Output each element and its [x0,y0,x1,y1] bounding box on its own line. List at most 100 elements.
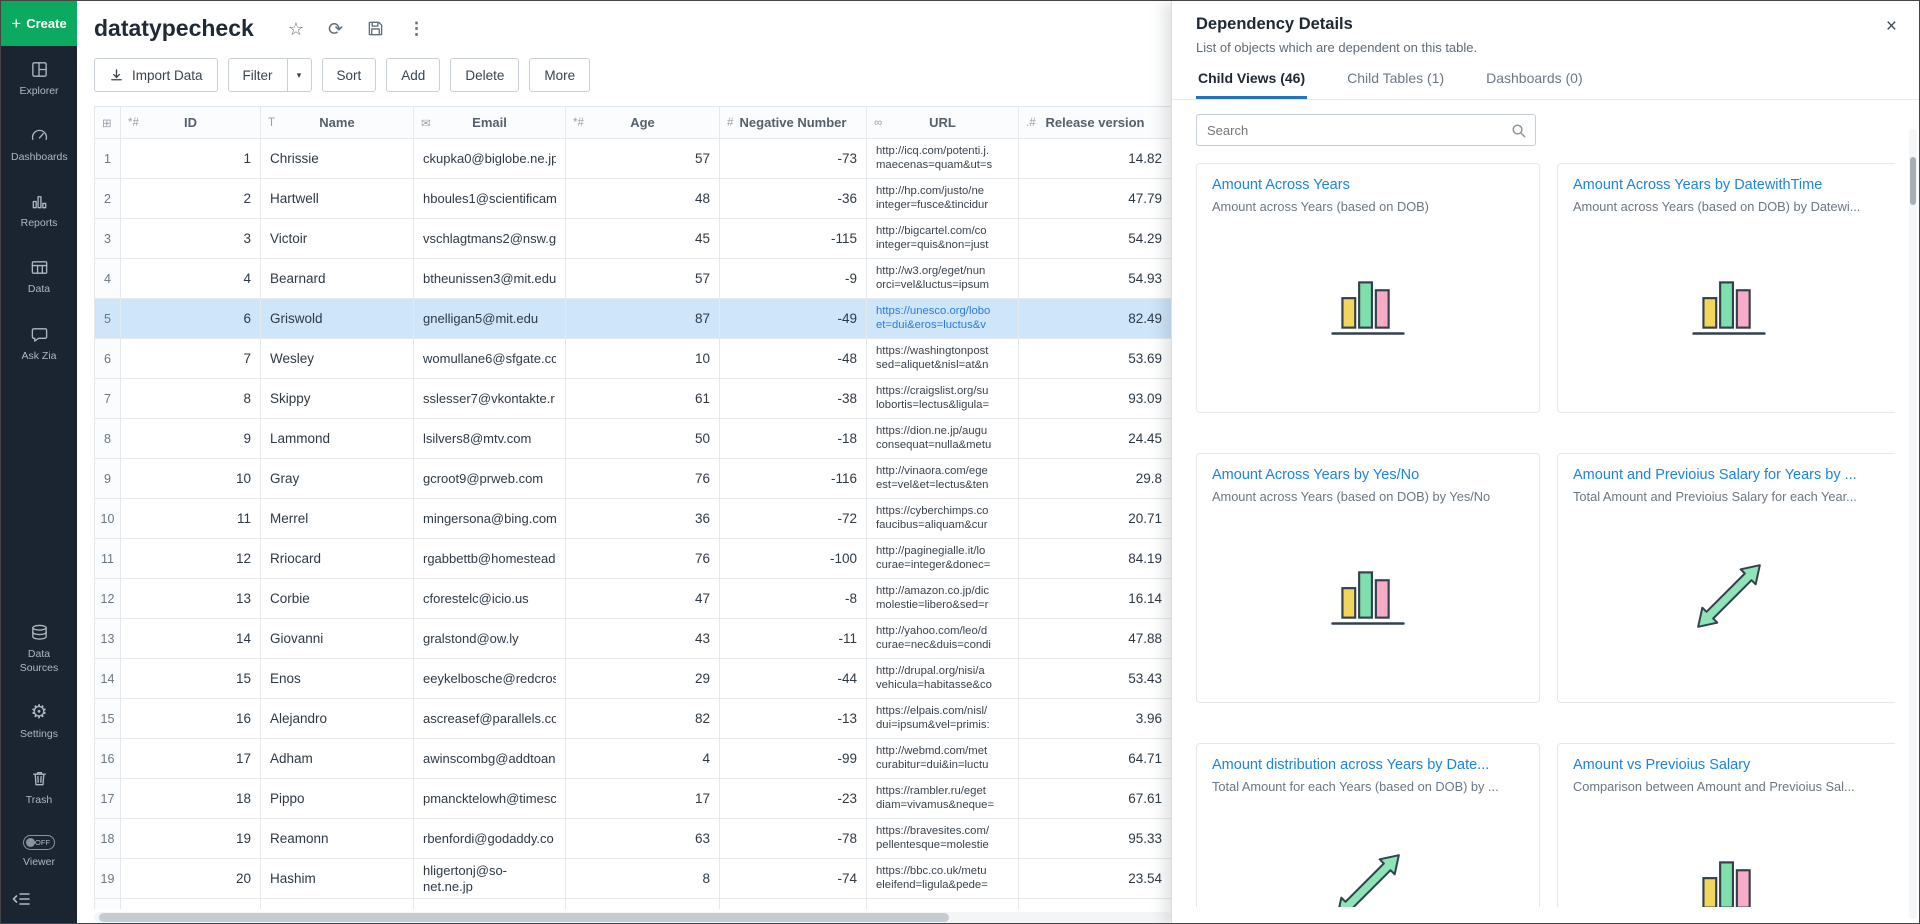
cell-email[interactable]: eeykelbosche@redcros [414,659,566,699]
table-row[interactable]: 10 11 Merrel mingersona@bing.com 36 -72 … [94,499,1172,539]
row-number-cell[interactable]: 12 [94,579,121,619]
cell-age[interactable]: 48 [566,179,720,219]
cell-release-version[interactable]: 14.82 [1019,139,1172,179]
cell-id[interactable]: 1 [121,139,261,179]
cell-name[interactable]: Reamonn [261,819,414,859]
column-header-name[interactable]: T Name [261,106,414,139]
cell-id[interactable]: 7 [121,339,261,379]
cell-url[interactable]: http://vinaora.com/egeest=vel&et=lectus&… [867,459,1019,499]
cell-email[interactable]: btheunissen3@mit.edu [414,259,566,299]
column-header-id[interactable]: *# ID [121,106,261,139]
dependency-card[interactable]: Amount vs Previoius Salary Comparison be… [1557,743,1895,907]
cell-name[interactable]: Gray [261,459,414,499]
row-number-cell[interactable]: 2 [94,179,121,219]
cell-email[interactable]: rgabbettb@homestead [414,539,566,579]
cell-id[interactable]: 10 [121,459,261,499]
sidebar-item-viewer[interactable]: OFF Viewer [1,821,77,883]
cell-url[interactable]: https://rambler.ru/egetdiam=vivamus&nequ… [867,779,1019,819]
dependency-card[interactable]: Amount Across Years Amount across Years … [1196,163,1540,413]
cell-name[interactable]: Victoir [261,219,414,259]
cell-negative-number[interactable]: -38 [720,379,867,419]
cell-name[interactable]: Lammond [261,419,414,459]
close-icon[interactable]: × [1886,17,1897,36]
cell-age[interactable]: 8 [566,859,720,899]
cell-url[interactable]: https://bbc.co.uk/metueleifend=ligula&pe… [867,859,1019,899]
cell-email[interactable]: womullane6@sfgate.cc [414,339,566,379]
cell-url[interactable]: https://dion.ne.jp/auguconsequat=nulla&m… [867,419,1019,459]
cell-negative-number[interactable]: -11 [720,619,867,659]
filter-button[interactable]: Filter [228,58,288,92]
column-header-rownum[interactable]: ⊞ [94,106,121,139]
cell-age[interactable]: 4 [566,739,720,779]
table-row[interactable]: http://indiegogo.com/s [94,899,1172,909]
save-icon[interactable] [367,20,384,37]
cell-negative-number[interactable]: -49 [720,299,867,339]
cell-release-version[interactable]: 47.88 [1019,619,1172,659]
cell-id[interactable]: 20 [121,859,261,899]
cell-url[interactable]: http://hp.com/justo/neinteger=fusce&tinc… [867,179,1019,219]
table-row[interactable]: 12 13 Corbie cforestelc@icio.us 47 -8 ht… [94,579,1172,619]
cell-id[interactable]: 4 [121,259,261,299]
table-row[interactable]: 6 7 Wesley womullane6@sfgate.cc 10 -48 h… [94,339,1172,379]
dependency-card[interactable]: Amount and Previoius Salary for Years by… [1557,453,1895,703]
cell-negative-number[interactable]: -116 [720,459,867,499]
add-button[interactable]: Add [386,58,440,92]
cell-url[interactable]: https://unesco.org/loboet=dui&eros=luctu… [867,299,1019,339]
row-number-cell[interactable]: 15 [94,699,121,739]
sidebar-item-reports[interactable]: Reports [1,178,77,244]
cell-release-version[interactable]: 3.96 [1019,699,1172,739]
tab-child-tables-1[interactable]: Child Tables (1) [1345,70,1446,99]
cell-id[interactable]: 9 [121,419,261,459]
cell-email[interactable]: pmancktelowh@timesc [414,779,566,819]
cell-id[interactable]: 12 [121,539,261,579]
cell-negative-number[interactable]: -73 [720,139,867,179]
cell-age[interactable]: 57 [566,139,720,179]
card-title-link[interactable]: Amount distribution across Years by Date… [1212,757,1524,773]
cell-negative-number[interactable]: -48 [720,339,867,379]
cell-negative-number[interactable]: -13 [720,699,867,739]
cell-release-version[interactable]: 47.79 [1019,179,1172,219]
import-data-button[interactable]: Import Data [94,58,218,92]
cell-release-version[interactable]: 20.71 [1019,499,1172,539]
cell-age[interactable]: 82 [566,699,720,739]
sidebar-item-trash[interactable]: Trash [1,755,77,821]
search-icon[interactable] [1511,123,1526,138]
cell-release-version[interactable]: 64.71 [1019,739,1172,779]
sidebar-item-settings[interactable]: ⚙ Settings [1,689,77,755]
table-row[interactable]: 5 6 Griswold gnelligan5@mit.edu 87 -49 h… [94,299,1172,339]
cell-url[interactable]: http://icq.com/potenti.j.maecenas=quam&u… [867,139,1019,179]
row-number-cell[interactable]: 7 [94,379,121,419]
cell-email[interactable] [414,899,566,909]
column-header-age[interactable]: *# Age [566,106,720,139]
table-row[interactable]: 14 15 Enos eeykelbosche@redcros 29 -44 h… [94,659,1172,699]
cell-release-version[interactable]: 53.69 [1019,339,1172,379]
cell-id[interactable]: 18 [121,779,261,819]
cell-email[interactable]: hboules1@scientificam [414,179,566,219]
row-number-cell[interactable]: 17 [94,779,121,819]
cell-id[interactable]: 14 [121,619,261,659]
card-title-link[interactable]: Amount and Previoius Salary for Years by… [1573,467,1885,483]
cell-url[interactable]: http://drupal.org/nisi/avehicula=habitas… [867,659,1019,699]
cell-release-version[interactable]: 23.54 [1019,859,1172,899]
cell-url[interactable]: http://yahoo.com/leo/dcurae=nec&duis=con… [867,619,1019,659]
cell-url[interactable]: https://cyberchimps.cofaucibus=aliquam&c… [867,499,1019,539]
table-row[interactable]: 2 2 Hartwell hboules1@scientificam 48 -3… [94,179,1172,219]
cell-negative-number[interactable]: -36 [720,179,867,219]
cell-release-version[interactable]: 16.14 [1019,579,1172,619]
cell-email[interactable]: rbenfordi@godaddy.co [414,819,566,859]
cell-age[interactable]: 45 [566,219,720,259]
cell-url[interactable]: https://craigslist.org/sulobortis=lectus… [867,379,1019,419]
cell-name[interactable]: Bearnard [261,259,414,299]
cell-id[interactable]: 6 [121,299,261,339]
cell-url[interactable]: http://w3.org/eget/nunorci=vel&luctus=ip… [867,259,1019,299]
row-number-cell[interactable]: 1 [94,139,121,179]
card-title-link[interactable]: Amount Across Years [1212,177,1524,193]
more-button[interactable]: More [529,58,590,92]
row-number-cell[interactable]: 14 [94,659,121,699]
cell-url[interactable]: https://elpais.com/nisl/dui=ipsum&vel=pr… [867,699,1019,739]
cell-url[interactable]: http://bigcartel.com/cointeger=quis&non=… [867,219,1019,259]
cell-id[interactable]: 2 [121,179,261,219]
table-row[interactable]: 16 17 Adham awinscombg@addtoan 4 -99 htt… [94,739,1172,779]
table-row[interactable]: 4 4 Bearnard btheunissen3@mit.edu 57 -9 … [94,259,1172,299]
row-number-cell[interactable]: 4 [94,259,121,299]
